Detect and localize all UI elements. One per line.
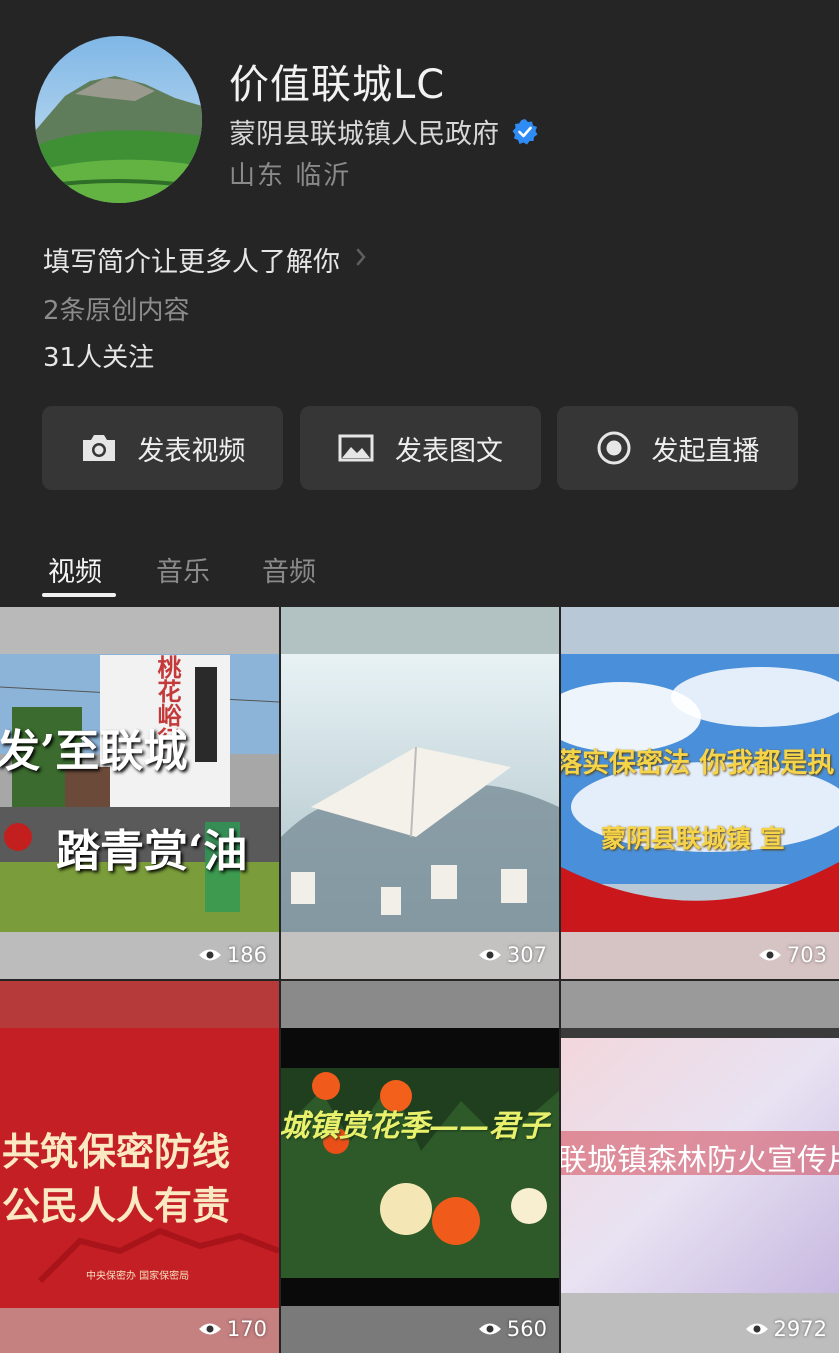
- video-thumbnail[interactable]: 307: [281, 607, 559, 979]
- overlay-title: 落实保密法 你我都是执: [561, 748, 835, 779]
- view-count-value: 170: [226, 1317, 267, 1341]
- avatar[interactable]: [35, 36, 202, 203]
- eye-icon: [758, 949, 781, 961]
- video-thumbnail[interactable]: 落实保密法 你我都是执 蒙阴县联城镇 宣 703: [561, 607, 839, 979]
- overlay-subtitle: 公民人人有责: [2, 1183, 231, 1228]
- view-count: 703: [758, 943, 827, 967]
- video-thumbnail[interactable]: 城镇赏花季——君子 560: [281, 981, 559, 1353]
- bio-prompt-text: 填写简介让更多人了解你: [43, 247, 340, 278]
- content-tabs: 视频 音乐 音频: [0, 548, 839, 600]
- overlay-title: 发’至联城: [0, 726, 188, 777]
- followers-count[interactable]: 31人关注: [43, 337, 154, 374]
- eye-icon: [198, 949, 221, 961]
- view-count: 186: [198, 943, 267, 967]
- profile-name: 价值联城LC: [229, 62, 446, 108]
- view-count-value: 560: [506, 1317, 547, 1341]
- verified-badge-icon: [511, 118, 539, 146]
- view-count: 170: [198, 1317, 267, 1341]
- video-thumbnail[interactable]: 桃花峪行 发’至联城 踏青赏‘油 186: [0, 607, 279, 979]
- view-count: 560: [478, 1317, 547, 1341]
- thumbnail-image: [281, 607, 559, 979]
- avatar-landscape-image: [35, 36, 202, 203]
- camera-icon: [82, 435, 115, 461]
- active-tab-indicator: [42, 593, 116, 597]
- view-count: 307: [478, 943, 547, 967]
- start-live-label: 发起直播: [651, 435, 760, 467]
- tab-music[interactable]: 音乐: [156, 550, 210, 589]
- video-grid: 桃花峪行 发’至联城 踏青赏‘油 186 307 落实保密法 你我都是执 蒙阴县…: [0, 607, 839, 1353]
- view-count-value: 186: [226, 943, 267, 967]
- eye-icon: [745, 1323, 768, 1335]
- thumbnail-image: [281, 981, 559, 1353]
- overlay-subtitle: 蒙阴县联城镇 宣: [601, 824, 785, 853]
- profile-header: 价值联城LC 蒙阴县联城镇人民政府 山东 临沂: [0, 0, 839, 230]
- eye-icon: [478, 1323, 501, 1335]
- thumbnail-image: [561, 607, 839, 979]
- view-count: 2972: [745, 1317, 827, 1341]
- eye-icon: [478, 949, 501, 961]
- publish-article-label: 发表图文: [395, 435, 503, 467]
- overlay-title: 共筑保密防线: [2, 1129, 231, 1174]
- view-count-value: 2972: [773, 1317, 827, 1341]
- live-icon: [597, 431, 630, 465]
- org-name: 蒙阴县联城镇人民政府: [229, 119, 499, 150]
- original-content-count[interactable]: 2条原创内容: [43, 290, 190, 327]
- thumbnail-image: [0, 607, 279, 979]
- start-live-button[interactable]: 发起直播: [557, 406, 798, 490]
- profile-org: 蒙阴县联城镇人民政府: [229, 112, 539, 151]
- overlay-title: 城镇赏花季——君子: [281, 1109, 549, 1144]
- publish-video-button[interactable]: 发表视频: [42, 406, 283, 490]
- video-thumbnail[interactable]: 共筑保密防线 公民人人有责 中央保密办 国家保密局 170: [0, 981, 279, 1353]
- publish-video-label: 发表视频: [137, 435, 246, 467]
- view-count-value: 703: [786, 943, 827, 967]
- view-count-value: 307: [506, 943, 547, 967]
- profile-location: 山东 临沂: [229, 161, 352, 191]
- overlay-subtitle: 踏青赏‘油: [56, 826, 248, 877]
- image-icon: [338, 434, 374, 462]
- tab-audio[interactable]: 音频: [262, 550, 316, 589]
- eye-icon: [198, 1323, 221, 1335]
- bio-prompt[interactable]: 填写简介让更多人了解你: [43, 240, 368, 279]
- overlay-title: 联城镇森林防火宣传片: [561, 1143, 839, 1178]
- publish-article-button[interactable]: 发表图文: [299, 406, 541, 490]
- video-thumbnail[interactable]: 联城镇森林防火宣传片 2972: [561, 981, 839, 1353]
- caption-text: 中央保密办 国家保密局: [86, 1271, 190, 1282]
- chevron-right-icon: [354, 246, 368, 274]
- action-buttons: 发表视频 发表图文 发起直播: [42, 406, 798, 490]
- tab-video[interactable]: 视频: [48, 550, 102, 589]
